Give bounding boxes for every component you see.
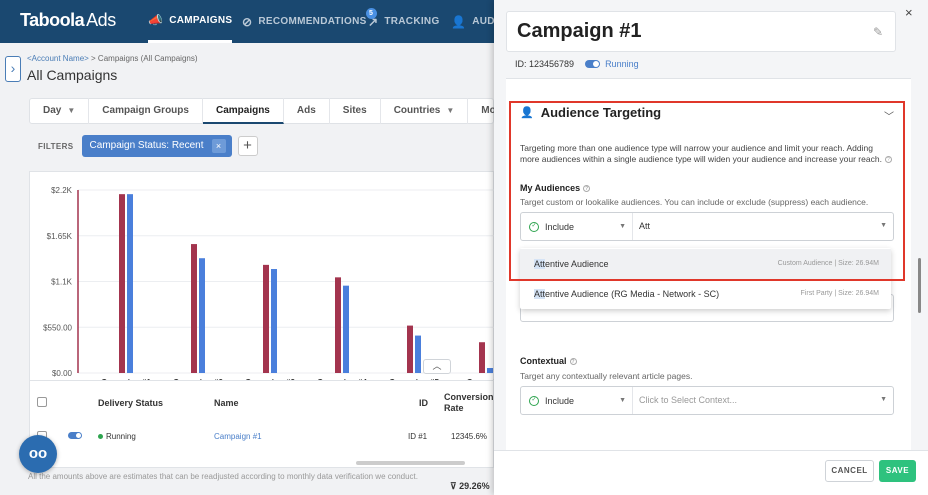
nav-tracking[interactable]: ↗ TRACKING bbox=[368, 0, 440, 43]
save-button[interactable]: SAVE bbox=[879, 460, 916, 482]
bar[interactable] bbox=[191, 244, 197, 373]
bar[interactable] bbox=[407, 325, 413, 373]
status-toggle[interactable] bbox=[585, 60, 601, 68]
header-conversion-rate[interactable]: Conversion Rate bbox=[444, 392, 494, 414]
bar[interactable] bbox=[479, 342, 485, 373]
collapse-chart-button[interactable]: ︿ bbox=[423, 359, 451, 374]
contextual-title: Contextual? bbox=[520, 356, 577, 366]
vertical-scrollbar[interactable] bbox=[918, 258, 921, 313]
y-tick-label: $1.65K bbox=[47, 232, 73, 241]
audience-option[interactable]: Attentive Audience (RG Media - Network -… bbox=[520, 279, 891, 309]
tracking-icon: ↗ bbox=[368, 14, 379, 29]
bar[interactable] bbox=[127, 194, 133, 373]
bar[interactable] bbox=[199, 258, 205, 373]
select-all-checkbox[interactable] bbox=[37, 397, 47, 407]
row-name-link[interactable]: Campaign #1 bbox=[214, 432, 262, 441]
row-status: Running bbox=[98, 432, 136, 441]
taboola-logo[interactable]: Taboola Ads bbox=[20, 10, 116, 31]
context-input[interactable]: Click to Select Context... bbox=[639, 387, 737, 414]
status-text: Running bbox=[605, 59, 639, 69]
info-icon[interactable]: ? bbox=[569, 358, 577, 366]
contextual-subtitle: Target any contextually relevant article… bbox=[520, 371, 693, 381]
megaphone-icon: 📣 bbox=[148, 13, 164, 27]
chat-logo-icon: oo bbox=[28, 445, 48, 462]
pencil-icon[interactable]: ✎ bbox=[873, 25, 883, 39]
y-tick-label: $1.1K bbox=[51, 278, 73, 287]
add-filter-button[interactable]: + bbox=[237, 136, 258, 156]
check-circle-icon: ✓ bbox=[529, 395, 539, 406]
bar[interactable] bbox=[119, 194, 125, 373]
breakdown-tabs: Day ▼ Campaign Groups Campaigns Ads Sites… bbox=[29, 98, 534, 124]
footnote: All the amounts above are estimates that… bbox=[28, 472, 418, 481]
contextual-selector: ✓ Include ▼ Click to Select Context... ▼ bbox=[520, 386, 894, 415]
bar[interactable] bbox=[335, 277, 341, 373]
page-title: All Campaigns bbox=[27, 67, 118, 83]
highlight-box bbox=[509, 101, 905, 281]
chevron-up-icon: ︿ bbox=[432, 361, 442, 371]
include-select[interactable]: ✓ Include ▼ bbox=[521, 387, 633, 414]
person-icon: 👤 bbox=[451, 14, 467, 29]
campaigns-page: › <Account Name> > Campaigns (All Campai… bbox=[0, 43, 534, 495]
bar[interactable] bbox=[487, 368, 493, 373]
breadcrumb-account[interactable]: <Account Name> bbox=[27, 54, 89, 63]
campaign-id: ID: 123456789 bbox=[515, 59, 575, 69]
caret-down-icon: ▼ bbox=[619, 397, 626, 404]
header-delivery-status[interactable]: Delivery Status bbox=[98, 398, 163, 408]
tab-ads[interactable]: Ads bbox=[284, 98, 330, 124]
breadcrumb: <Account Name> > Campaigns (All Campaign… bbox=[27, 54, 198, 63]
y-tick-label: $0.00 bbox=[52, 369, 73, 378]
header-id[interactable]: ID bbox=[419, 398, 428, 408]
filter-chip[interactable]: Campaign Status: Recent × bbox=[81, 135, 232, 157]
tab-countries[interactable]: Countries ▼ bbox=[381, 98, 469, 124]
y-tick-label: $550.00 bbox=[43, 323, 72, 332]
chat-button[interactable]: oo bbox=[19, 435, 57, 473]
close-icon[interactable]: × bbox=[211, 139, 226, 153]
expand-sidebar-button[interactable]: › bbox=[5, 56, 21, 82]
row-conversion: 12345.6% bbox=[451, 432, 488, 441]
filters-label: FILTERS bbox=[38, 141, 74, 151]
caret-down-icon: ▼ bbox=[446, 106, 455, 115]
header-name[interactable]: Name bbox=[214, 398, 239, 408]
bar[interactable] bbox=[271, 269, 277, 373]
nav-recommendations[interactable]: ⊘ RECOMMENDATIONS 5 bbox=[242, 0, 377, 43]
filter-icon: ⊽ bbox=[450, 481, 457, 491]
campaign-title: Campaign #1 bbox=[517, 20, 642, 42]
tab-sites[interactable]: Sites bbox=[330, 98, 381, 124]
caret-down-icon[interactable]: ▼ bbox=[880, 396, 887, 403]
campaigns-table: Delivery Status Name ID Conversion Rate … bbox=[29, 380, 494, 491]
tab-day[interactable]: Day ▼ bbox=[30, 98, 90, 124]
row-toggle[interactable] bbox=[68, 432, 82, 439]
status-dot bbox=[98, 434, 103, 440]
caret-down-icon: ▼ bbox=[67, 106, 76, 115]
cancel-button[interactable]: CANCEL bbox=[825, 460, 874, 482]
bar[interactable] bbox=[343, 285, 349, 373]
close-icon[interactable]: × bbox=[905, 5, 913, 20]
bar[interactable] bbox=[263, 264, 269, 373]
check-circle-icon: ⊘ bbox=[242, 14, 253, 29]
tab-campaign-groups[interactable]: Campaign Groups bbox=[89, 98, 203, 124]
total-conversion: ⊽ 29.26% bbox=[450, 481, 490, 491]
horizontal-scrollbar[interactable] bbox=[356, 461, 465, 465]
row-id: ID #1 bbox=[408, 432, 428, 441]
y-tick-label: $2.2K bbox=[51, 186, 73, 195]
bar[interactable] bbox=[415, 335, 421, 373]
nav-campaigns[interactable]: 📣 CAMPAIGNS bbox=[148, 0, 233, 43]
chevron-right-icon: › bbox=[10, 60, 16, 76]
filters-bar: FILTERS Campaign Status: Recent × + bbox=[29, 133, 258, 159]
title-card: Campaign #1 ✎ bbox=[506, 11, 896, 52]
campaign-id-row: ID: 123456789 Running bbox=[515, 59, 639, 69]
tab-campaigns[interactable]: Campaigns bbox=[202, 98, 284, 124]
